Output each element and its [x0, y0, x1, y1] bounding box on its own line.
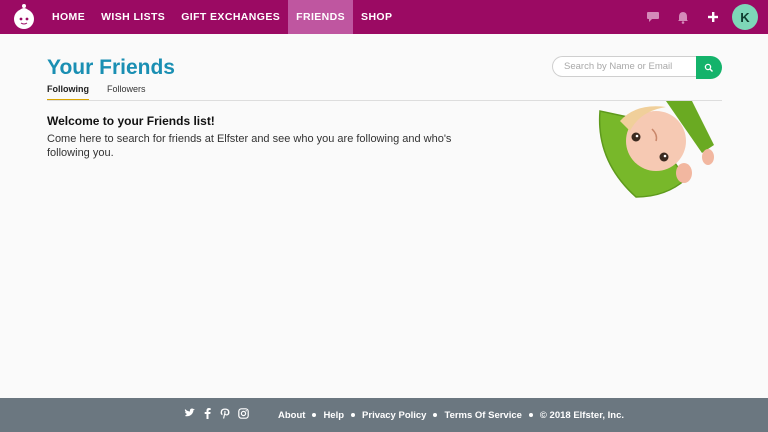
- tab-following[interactable]: Following: [47, 84, 89, 101]
- footer-link-help[interactable]: Help: [323, 410, 344, 421]
- upside-down-elf-illustration: [596, 101, 722, 201]
- page-title: Your Friends: [47, 56, 175, 79]
- footer-links: About Help Privacy Policy Terms Of Servi…: [278, 398, 624, 432]
- nav-shop[interactable]: SHOP: [353, 0, 400, 34]
- footer-separator: [433, 413, 438, 417]
- friend-search: [552, 56, 722, 79]
- bell-icon[interactable]: [674, 8, 692, 26]
- footer-link-privacy-policy[interactable]: Privacy Policy: [362, 410, 426, 421]
- main-nav: HOME WISH LISTS GIFT EXCHANGES FRIENDS S…: [44, 0, 400, 34]
- pinterest-icon[interactable]: [219, 407, 231, 419]
- top-navigation-bar: HOME WISH LISTS GIFT EXCHANGES FRIENDS S…: [0, 0, 768, 34]
- footer-link-about[interactable]: About: [278, 410, 305, 421]
- footer-separator: [312, 413, 317, 417]
- welcome-heading: Welcome to your Friends list!: [47, 114, 215, 128]
- social-links: [183, 407, 255, 419]
- twitter-icon[interactable]: [183, 407, 195, 419]
- nav-gift-exchanges[interactable]: GIFT EXCHANGES: [173, 0, 288, 34]
- welcome-text: Come here to search for friends at Elfst…: [47, 133, 452, 159]
- search-input[interactable]: [552, 56, 698, 77]
- nav-home[interactable]: HOME: [44, 0, 93, 34]
- search-icon: [704, 63, 713, 72]
- search-button[interactable]: [696, 56, 722, 79]
- chat-icon[interactable]: [644, 8, 662, 26]
- nav-friends[interactable]: FRIENDS: [288, 0, 354, 34]
- avatar[interactable]: K: [732, 4, 758, 30]
- facebook-icon[interactable]: [201, 407, 213, 419]
- tab-followers[interactable]: Followers: [107, 84, 146, 101]
- footer: About Help Privacy Policy Terms Of Servi…: [0, 398, 768, 432]
- instagram-icon[interactable]: [237, 407, 249, 419]
- top-right-actions: K: [632, 0, 758, 34]
- plus-icon[interactable]: [704, 8, 722, 26]
- copyright-text: © 2018 Elfster, Inc.: [539, 409, 625, 421]
- friends-tabs: Following Followers: [47, 84, 164, 101]
- footer-link-terms-of-service[interactable]: Terms Of Service: [444, 410, 521, 421]
- footer-separator: [528, 413, 533, 417]
- elf-logo-icon[interactable]: [10, 3, 38, 31]
- nav-wish-lists[interactable]: WISH LISTS: [93, 0, 173, 34]
- footer-separator: [351, 413, 356, 417]
